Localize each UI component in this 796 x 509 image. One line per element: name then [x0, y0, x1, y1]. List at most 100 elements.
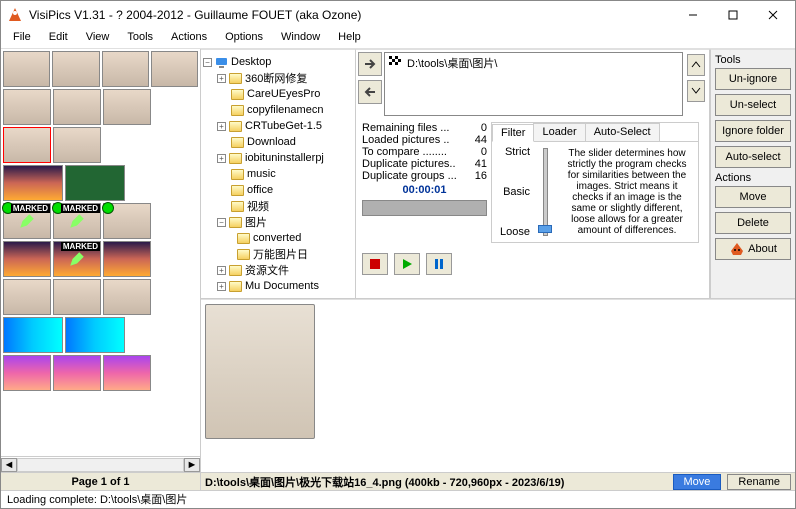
tree-item[interactable]: + 资源文件: [203, 262, 353, 278]
folder-icon: [231, 105, 244, 116]
thumbnail[interactable]: [53, 279, 101, 315]
scroll-track[interactable]: [17, 458, 184, 472]
tools-panel: Tools Un-ignore Un-select Ignore folder …: [710, 49, 795, 298]
tab-loader[interactable]: Loader: [533, 123, 585, 141]
menu-actions[interactable]: Actions: [163, 29, 215, 48]
menu-bar: File Edit View Tools Actions Options Win…: [1, 29, 795, 49]
tree-label: 资源文件: [245, 262, 289, 278]
tree-item[interactable]: −图片: [203, 214, 353, 230]
preview-move-button[interactable]: Move: [673, 474, 722, 490]
path-up-button[interactable]: [687, 54, 705, 76]
tree-item[interactable]: copyfilenamecn: [203, 102, 353, 118]
thumbnail[interactable]: [65, 165, 125, 201]
tree-item[interactable]: +iobituninstallerpj: [203, 150, 353, 166]
thumbnail-marked[interactable]: MARKED: [53, 241, 101, 277]
scroll-right-button[interactable]: ►: [184, 458, 200, 472]
tree-expander[interactable]: +: [217, 74, 226, 83]
thumbnail[interactable]: [3, 241, 51, 277]
thumbnail[interactable]: [103, 279, 151, 315]
tree-item[interactable]: +CRTubeGet-1.5: [203, 118, 353, 134]
paint-icon: [18, 212, 36, 230]
menu-file[interactable]: File: [5, 29, 39, 48]
thumbnail[interactable]: [3, 51, 50, 87]
thumbnail-selected[interactable]: [3, 127, 51, 163]
scroll-left-button[interactable]: ◄: [1, 458, 17, 472]
tree-item[interactable]: +Mu Documents: [203, 278, 353, 294]
thumbnail[interactable]: [53, 89, 101, 125]
pause-button[interactable]: [426, 253, 452, 275]
delete-button[interactable]: Delete: [715, 212, 791, 234]
thumbnail-marked[interactable]: MARKED: [3, 203, 51, 239]
thumbnail[interactable]: [103, 241, 151, 277]
folder-icon: [231, 137, 244, 148]
window-title: VisiPics V1.31 - ? 2004-2012 - Guillaume…: [29, 8, 673, 22]
tree-item[interactable]: music: [203, 166, 353, 182]
tree-expander[interactable]: −: [203, 58, 212, 67]
thumbnail[interactable]: [52, 51, 99, 87]
folder-icon: [229, 153, 242, 164]
remove-folder-button[interactable]: [358, 80, 382, 104]
tree-expander[interactable]: +: [217, 282, 226, 291]
menu-tools[interactable]: Tools: [119, 29, 161, 48]
tree-expander[interactable]: +: [217, 266, 226, 275]
processed-dot-icon: [102, 202, 114, 214]
app-icon: [7, 7, 23, 23]
menu-options[interactable]: Options: [217, 29, 271, 48]
tree-label: converted: [253, 232, 301, 244]
unselect-button[interactable]: Un-select: [715, 94, 791, 116]
tree-expander[interactable]: +: [217, 122, 226, 131]
folder-tree[interactable]: − Desktop +360断网修复CareUEyesProcopyfilena…: [201, 49, 356, 298]
maximize-button[interactable]: [713, 2, 753, 28]
strictness-slider[interactable]: [543, 148, 548, 236]
menu-window[interactable]: Window: [273, 29, 328, 48]
tree-item[interactable]: office: [203, 182, 353, 198]
thumbnail[interactable]: [53, 355, 101, 391]
thumbnail[interactable]: [65, 317, 125, 353]
menu-help[interactable]: Help: [330, 29, 369, 48]
thumbnail[interactable]: [103, 355, 151, 391]
tab-autoselect[interactable]: Auto-Select: [585, 123, 660, 141]
thumbnail-marked[interactable]: MARKED: [53, 203, 101, 239]
thumbnail[interactable]: [102, 51, 149, 87]
tree-item[interactable]: 视频: [203, 198, 353, 214]
add-folder-button[interactable]: [358, 52, 382, 76]
thumbnail[interactable]: [3, 317, 63, 353]
move-button[interactable]: Move: [715, 186, 791, 208]
path-list[interactable]: D:\tools\桌面\图片\: [384, 52, 683, 116]
tree-item[interactable]: converted: [203, 230, 353, 246]
thumbnail-list[interactable]: MARKED MARKED MARKED: [1, 49, 200, 456]
thumbnail[interactable]: [103, 89, 151, 125]
stop-button[interactable]: [362, 253, 388, 275]
thumbnail[interactable]: [3, 279, 51, 315]
close-button[interactable]: [753, 2, 793, 28]
thumbnail[interactable]: [3, 165, 63, 201]
tree-item[interactable]: 万能图片日: [203, 246, 353, 262]
menu-edit[interactable]: Edit: [41, 29, 76, 48]
preview-rename-button[interactable]: Rename: [727, 474, 791, 490]
tree-item[interactable]: +360断网修复: [203, 70, 353, 86]
ignore-folder-button[interactable]: Ignore folder: [715, 120, 791, 142]
preview-image[interactable]: [205, 304, 315, 439]
slider-thumb[interactable]: [538, 225, 552, 233]
autoselect-button[interactable]: Auto-select: [715, 146, 791, 168]
thumbnail[interactable]: [3, 355, 51, 391]
tree-expander[interactable]: +: [217, 154, 226, 163]
thumbnail[interactable]: [151, 51, 198, 87]
tree-label: 万能图片日: [253, 246, 308, 262]
minimize-button[interactable]: [673, 2, 713, 28]
menu-view[interactable]: View: [78, 29, 118, 48]
thumbnail[interactable]: [53, 127, 101, 163]
about-button[interactable]: About: [715, 238, 791, 260]
tree-item[interactable]: Download: [203, 134, 353, 150]
tree-expander[interactable]: −: [217, 218, 226, 227]
folder-icon: [231, 169, 244, 180]
tab-filter[interactable]: Filter: [492, 124, 534, 142]
unignore-button[interactable]: Un-ignore: [715, 68, 791, 90]
preview-infobar: D:\tools\桌面\图片\极光下载站16_4.png (400kb - 72…: [201, 472, 795, 490]
thumbnail[interactable]: [3, 89, 51, 125]
thumbnail[interactable]: [103, 203, 151, 239]
tree-item[interactable]: CareUEyesPro: [203, 86, 353, 102]
thumbnail-scrollbar[interactable]: ◄ ►: [1, 456, 200, 472]
path-down-button[interactable]: [687, 80, 705, 102]
play-button[interactable]: [394, 253, 420, 275]
